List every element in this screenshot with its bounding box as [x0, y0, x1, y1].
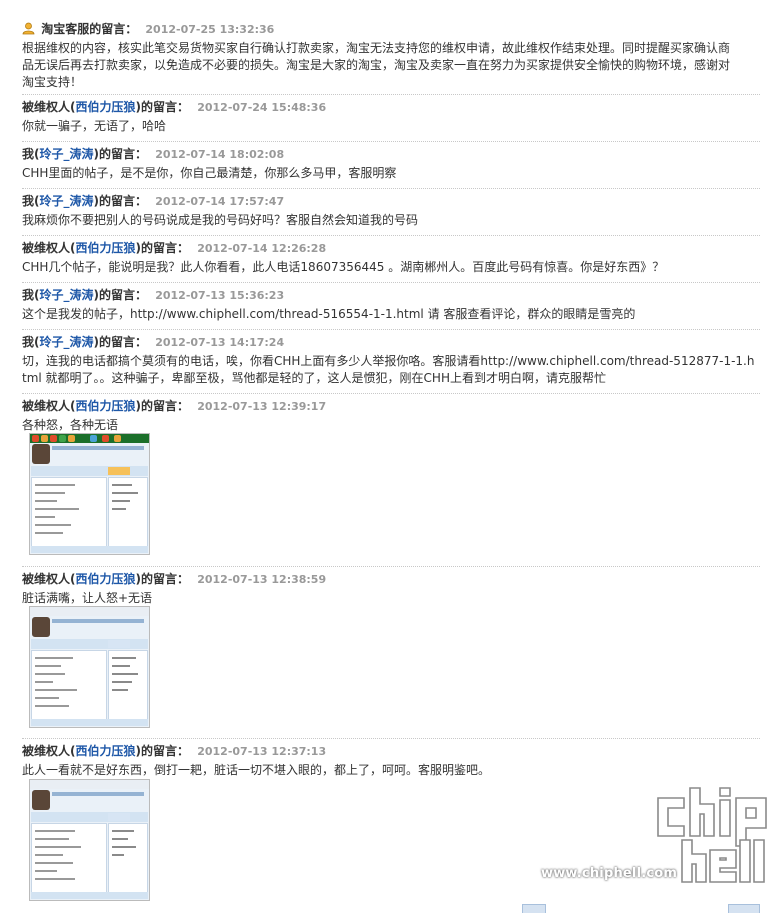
message-body: 你就一骗子，无语了，哈哈	[22, 119, 167, 133]
message-header: 被维权人(西伯力压狼)的留言： 2012-07-13 12:37:13	[22, 741, 758, 761]
message-timestamp: 2012-07-25 13:32:36	[145, 23, 275, 36]
author-link[interactable]: 玲子_涛涛	[40, 335, 94, 349]
divider	[22, 235, 760, 236]
message-body: 我麻烦你不要把别人的号码说成是我的号码好吗？客服自然会知道我的号码	[22, 213, 419, 227]
message-header: 被维权人(西伯力压狼)的留言： 2012-07-13 12:38:59	[22, 569, 758, 589]
message-prefix: 被维权人(	[22, 100, 76, 114]
message-header: 我(玲子_涛涛)的留言： 2012-07-13 15:36:23	[22, 285, 758, 305]
message-header: 我(玲子_涛涛)的留言： 2012-07-14 18:02:08	[22, 144, 758, 164]
divider	[22, 141, 760, 142]
message-header: 我(玲子_涛涛)的留言： 2012-07-13 14:17:24	[22, 332, 758, 352]
divider	[22, 282, 760, 283]
message-body: CHH里面的帖子，是不是你，你自己最清楚，你那么多马甲，客服明察	[22, 166, 397, 180]
message-service: 淘宝客服的留言： 2012-07-25 13:32:36 根据维权的内容，核实此…	[22, 19, 758, 91]
divider	[22, 94, 760, 95]
author-link[interactable]: 西伯力压狼	[76, 744, 136, 758]
message-timestamp: 2012-07-13 14:17:24	[155, 336, 285, 349]
message-body: 此人一看就不是好东西，倒打一耙，脏话一切不堪入眼的，都上了，呵呵。客服明鉴吧。	[22, 763, 491, 777]
author-link[interactable]: 玲子_涛涛	[40, 147, 94, 161]
message-body: CHH几个帖子，能说明是我？此人你看看，此人电话18607356445 。湖南郴…	[22, 260, 665, 274]
message-body: 切，连我的电话都搞个莫须有的电话，唉，你看CHH上面有多少人举报你咯。客服请看h…	[22, 354, 755, 385]
message-buyer: 我(玲子_涛涛)的留言： 2012-07-14 18:02:08 CHH里面的帖…	[22, 144, 758, 182]
message-seller: 被维权人(西伯力压狼)的留言： 2012-07-24 15:48:36 你就一骗…	[22, 97, 758, 135]
message-seller: 被维权人(西伯力压狼)的留言： 2012-07-13 12:37:13 此人一看…	[22, 741, 758, 779]
author-link[interactable]: 西伯力压狼	[76, 241, 136, 255]
message-prefix: 被维权人(	[22, 241, 76, 255]
message-buyer: 我(玲子_涛涛)的留言： 2012-07-13 14:17:24 切，连我的电话…	[22, 332, 758, 387]
message-suffix: )的留言：	[93, 194, 148, 208]
message-prefix: 被维权人(	[22, 744, 76, 758]
message-body: 根据维权的内容，核实此笔交易货物买家自行确认打款卖家，淘宝无法支持您的维权申请，…	[22, 41, 731, 89]
message-header: 淘宝客服的留言： 2012-07-25 13:32:36	[22, 19, 758, 39]
message-buyer: 我(玲子_涛涛)的留言： 2012-07-14 17:57:47 我麻烦你不要把…	[22, 191, 758, 229]
message-suffix: )的留言：	[93, 288, 148, 302]
author-link[interactable]: 西伯力压狼	[76, 100, 136, 114]
person-icon	[22, 22, 35, 35]
message-suffix: )的留言：	[135, 100, 190, 114]
watermark-url: www.chiphell.com	[541, 866, 678, 881]
message-header: 被维权人(西伯力压狼)的留言： 2012-07-13 12:39:17	[22, 396, 758, 416]
message-header: 被维权人(西伯力压狼)的留言： 2012-07-14 12:26:28	[22, 238, 758, 258]
message-suffix: )的留言：	[135, 744, 190, 758]
message-prefix: 我(	[22, 335, 40, 349]
author-link[interactable]: 玲子_涛涛	[40, 194, 94, 208]
message-timestamp: 2012-07-13 12:39:17	[197, 400, 327, 413]
message-prefix: 被维权人(	[22, 399, 76, 413]
message-header: 我(玲子_涛涛)的留言： 2012-07-14 17:57:47	[22, 191, 758, 211]
message-timestamp: 2012-07-24 15:48:36	[197, 101, 327, 114]
message-buyer: 我(玲子_涛涛)的留言： 2012-07-13 15:36:23 这个是我发的帖…	[22, 285, 758, 323]
message-body: 这个是我发的帖子，http://www.chiphell.com/thread-…	[22, 307, 636, 321]
message-suffix: )的留言：	[135, 399, 190, 413]
message-suffix: )的留言：	[93, 335, 148, 349]
divider	[22, 393, 760, 394]
message-header: 被维权人(西伯力压狼)的留言： 2012-07-24 15:48:36	[22, 97, 758, 117]
screenshot-thumbnail[interactable]	[29, 779, 150, 901]
message-timestamp: 2012-07-13 12:37:13	[197, 745, 327, 758]
message-prefix: 被维权人(	[22, 572, 76, 586]
message-suffix: )的留言：	[135, 572, 190, 586]
message-prefix: 我(	[22, 194, 40, 208]
author-link[interactable]: 西伯力压狼	[76, 399, 136, 413]
message-timestamp: 2012-07-14 18:02:08	[155, 148, 285, 161]
message-suffix: )的留言：	[135, 241, 190, 255]
message-timestamp: 2012-07-14 17:57:47	[155, 195, 285, 208]
screenshot-thumbnail[interactable]	[29, 606, 150, 728]
divider	[22, 566, 760, 567]
message-suffix: )的留言：	[93, 147, 148, 161]
message-prefix: 我(	[22, 147, 40, 161]
message-body: 各种怒，各种无语	[22, 418, 119, 432]
message-seller: 被维权人(西伯力压狼)的留言： 2012-07-13 12:39:17 各种怒，…	[22, 396, 758, 434]
screenshot-thumbnail[interactable]	[29, 433, 150, 555]
message-suffix: 的留言：	[89, 22, 138, 36]
message-timestamp: 2012-07-13 12:38:59	[197, 573, 327, 586]
divider	[22, 188, 760, 189]
author-link[interactable]: 玲子_涛涛	[40, 288, 94, 302]
message-body: 脏话满嘴，让人怒+无语	[22, 591, 153, 605]
message-author: 淘宝客服	[41, 22, 90, 36]
message-seller: 被维权人(西伯力压狼)的留言： 2012-07-14 12:26:28 CHH几…	[22, 238, 758, 276]
message-seller: 被维权人(西伯力压狼)的留言： 2012-07-13 12:38:59 脏话满嘴…	[22, 569, 758, 607]
message-timestamp: 2012-07-13 15:36:23	[155, 289, 285, 302]
message-timestamp: 2012-07-14 12:26:28	[197, 242, 327, 255]
author-link[interactable]: 西伯力压狼	[76, 572, 136, 586]
divider	[22, 738, 760, 739]
message-prefix: 我(	[22, 288, 40, 302]
divider	[22, 329, 760, 330]
